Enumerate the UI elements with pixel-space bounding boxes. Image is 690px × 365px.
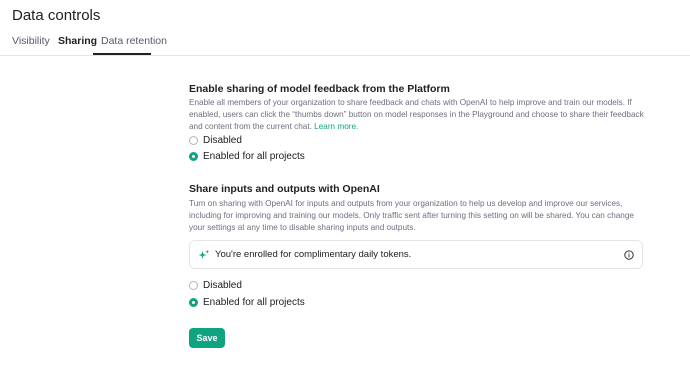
io-option-disabled-label: Disabled bbox=[203, 279, 242, 291]
sparkle-icon bbox=[198, 249, 210, 259]
feedback-section-title: Enable sharing of model feedback from th… bbox=[189, 83, 450, 95]
feedback-option-disabled-label: Disabled bbox=[203, 134, 242, 146]
active-tab-indicator bbox=[93, 53, 151, 55]
page-title: Data controls bbox=[12, 7, 101, 24]
io-option-disabled[interactable]: Disabled bbox=[189, 278, 242, 292]
io-section-description: Turn on sharing with OpenAI for inputs a… bbox=[189, 199, 634, 233]
radio-checked-icon[interactable] bbox=[189, 297, 198, 307]
enrollment-notice-text: You're enrolled for complimentary daily … bbox=[215, 249, 412, 260]
io-option-enabled[interactable]: Enabled for all projects bbox=[189, 295, 305, 309]
feedback-section-description: Enable all members of your organization … bbox=[189, 97, 645, 134]
io-option-enabled-label: Enabled for all projects bbox=[203, 296, 305, 308]
radio-unchecked-icon[interactable] bbox=[189, 135, 198, 145]
learn-more-link[interactable]: Learn more. bbox=[314, 122, 358, 131]
radio-checked-icon[interactable] bbox=[189, 151, 198, 161]
info-circle-icon[interactable] bbox=[624, 250, 634, 260]
feedback-option-enabled-label: Enabled for all projects bbox=[203, 150, 305, 162]
enrollment-notice: You're enrolled for complimentary daily … bbox=[189, 240, 643, 269]
tab-visibility[interactable]: Visibility bbox=[12, 35, 50, 47]
radio-unchecked-icon[interactable] bbox=[189, 280, 198, 290]
feedback-description-text: Enable all members of your organization … bbox=[189, 98, 644, 132]
data-controls-page: Data controls Visibility Sharing Data re… bbox=[0, 0, 690, 365]
tab-sharing[interactable]: Sharing bbox=[58, 35, 97, 47]
feedback-option-disabled[interactable]: Disabled bbox=[189, 133, 242, 147]
save-button[interactable]: Save bbox=[189, 328, 225, 348]
tab-bar: Visibility Sharing Data retention bbox=[0, 31, 690, 56]
io-section-title: Share inputs and outputs with OpenAI bbox=[189, 183, 380, 195]
tab-data-retention[interactable]: Data retention bbox=[101, 35, 167, 47]
feedback-option-enabled[interactable]: Enabled for all projects bbox=[189, 149, 305, 163]
